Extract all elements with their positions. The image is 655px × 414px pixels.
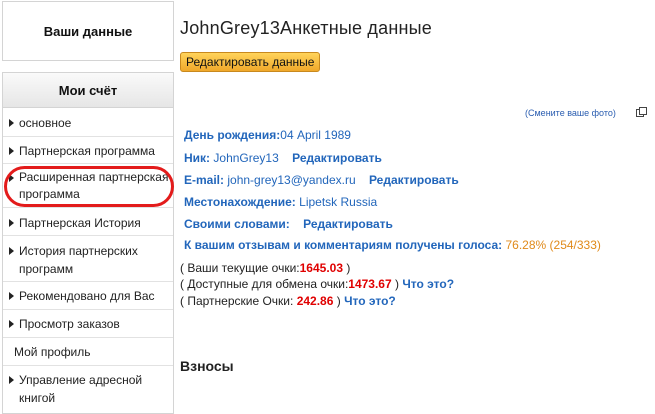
account-menu: Мои счёт основное Партнерская программа … — [2, 72, 174, 414]
current-points-suffix: ) — [343, 261, 351, 275]
what-is-this-link[interactable]: Что это? — [344, 294, 396, 308]
arrow-right-icon — [9, 174, 14, 182]
menu-item-label: Партнерская История — [19, 216, 141, 230]
menu-item-my-profile[interactable]: Мой профиль — [3, 338, 173, 366]
menu-item-view-orders[interactable]: Просмотр заказов — [3, 310, 173, 338]
menu-item-overview[interactable]: основное — [3, 108, 173, 137]
edit-nick-link[interactable]: Редактировать — [292, 151, 382, 165]
menu-item-label: Рекомендовано для Вас — [19, 289, 155, 303]
exchange-points-value: 1473.67 — [348, 277, 392, 291]
menu-item-label: основное — [19, 116, 72, 130]
your-data-header[interactable]: Ваши данные — [2, 1, 174, 61]
partner-points-suffix: ) — [333, 294, 341, 308]
exchange-points-suffix: ) — [391, 277, 400, 291]
menu-item-affiliate-programs-history[interactable]: История партнерских программ — [3, 236, 173, 282]
contributions-heading: Взносы — [180, 358, 234, 374]
menu-item-label: Расширенная партнерская программа — [19, 170, 169, 201]
arrow-right-icon — [9, 376, 14, 384]
birthday-row: День рождения:04 April 1989 — [184, 128, 351, 142]
votes-label: К вашим отзывам и комментариям получены … — [184, 238, 503, 252]
nick-value: JohnGrey13 — [213, 151, 279, 165]
current-points-label: ( Ваши текущие очки: — [180, 261, 300, 275]
menu-item-label: Партнерская программа — [19, 144, 155, 158]
partner-points-value: 242.86 — [296, 294, 334, 308]
arrow-right-icon — [9, 147, 14, 155]
votes-row: К вашим отзывам и комментариям получены … — [184, 238, 601, 252]
menu-item-label: Управление адресной книгой — [19, 373, 143, 405]
arrow-right-icon — [9, 219, 14, 227]
arrow-right-icon — [9, 119, 14, 127]
menu-item-label: Мой профиль — [14, 345, 91, 359]
edit-profile-button[interactable]: Редактировать данные — [180, 52, 321, 72]
photo-icon[interactable] — [636, 107, 647, 118]
email-row: E-mail: john-grey13@yandex.ru Редактиров… — [184, 173, 459, 187]
current-points-value: 1645.03 — [299, 261, 344, 275]
email-value: john-grey13@yandex.ru — [227, 173, 356, 187]
birthday-label: День рождения: — [184, 128, 281, 142]
your-data-label: Ваши данные — [43, 23, 133, 39]
menu-item-address-book[interactable]: Управление адресной книгой — [3, 366, 173, 412]
menu-item-affiliate-history[interactable]: Партнерская История — [3, 208, 173, 236]
menu-item-recommended[interactable]: Рекомендовано для Вас — [3, 282, 173, 310]
location-value: Lipetsk Russia — [299, 195, 378, 209]
nick-row: Ник: JohnGrey13 Редактировать — [184, 151, 382, 165]
menu-item-label: История партнерских программ — [19, 244, 138, 276]
votes-value: 76.28% (254/333) — [505, 238, 601, 252]
menu-item-affiliate-program[interactable]: Партнерская программа — [3, 137, 173, 164]
partner-points-row: ( Партнерские Очки: 242.86 ) Что это? — [180, 294, 396, 308]
edit-email-link[interactable]: Редактировать — [369, 173, 459, 187]
arrow-right-icon — [9, 247, 14, 255]
email-label: E-mail: — [184, 173, 225, 187]
own-words-label: Своими словами: — [184, 217, 290, 231]
edit-own-words-link[interactable]: Редактировать — [303, 217, 393, 231]
location-row: Местонахождение: Lipetsk Russia — [184, 195, 377, 209]
birthday-value: 04 April 1989 — [280, 128, 351, 142]
sidebar: Ваши данные Мои счёт основное Партнерска… — [0, 0, 175, 414]
arrow-right-icon — [9, 292, 14, 300]
partner-points-label: ( Партнерские Очки: — [180, 294, 297, 308]
nick-label: Ник: — [184, 151, 211, 165]
page-title: JohnGrey13Анкетные данные — [180, 18, 432, 38]
own-words-row: Своими словами: Редактировать — [184, 217, 393, 231]
exchange-points-label: ( Доступные для обмена очки: — [180, 277, 349, 291]
exchange-points-row: ( Доступные для обмена очки:1473.67 ) Чт… — [180, 277, 454, 291]
menu-title: Мои счёт — [3, 73, 173, 108]
change-photo-link[interactable]: (Смените ваше фото) — [525, 108, 616, 118]
what-is-this-link[interactable]: Что это? — [402, 277, 454, 291]
menu-item-extended-affiliate-program[interactable]: Расширенная партнерская программа — [3, 164, 173, 208]
current-points-row: ( Ваши текущие очки:1645.03 ) — [180, 261, 350, 275]
location-label: Местонахождение: — [184, 195, 296, 209]
menu-item-label: Просмотр заказов — [19, 317, 120, 331]
arrow-right-icon — [9, 320, 14, 328]
